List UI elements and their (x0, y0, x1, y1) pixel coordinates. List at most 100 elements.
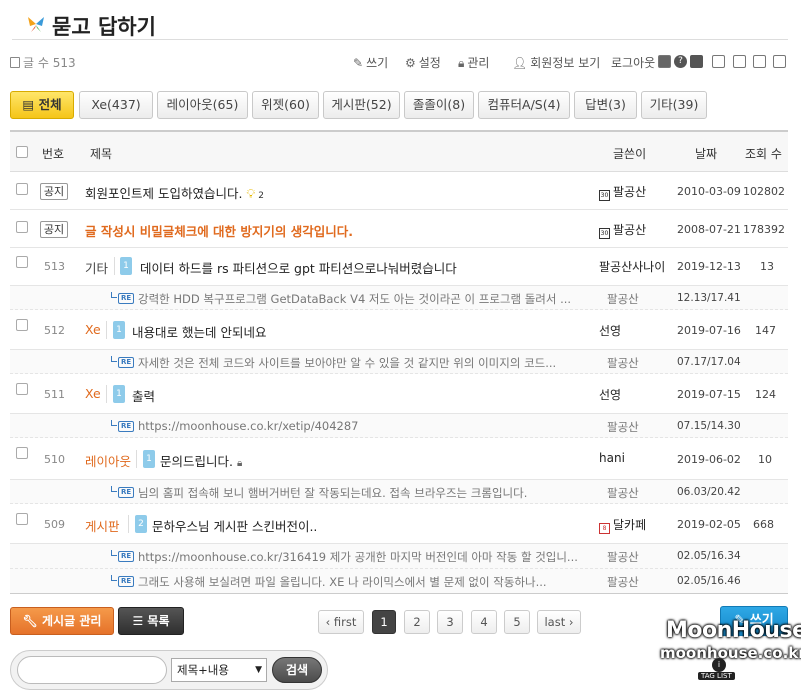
list-icon: ☰ (132, 614, 144, 628)
write-link[interactable]: ✎ 쓰기 (353, 54, 388, 71)
post-category[interactable]: Xe (85, 386, 101, 401)
search-target-select[interactable]: 제목+내용 ▼ (171, 658, 267, 682)
reply-author: 팔공산 (607, 486, 639, 500)
reply-preview[interactable]: https://moonhouse.co.kr/316419 제가 공개한 마지… (138, 549, 578, 565)
webzine-view-icon[interactable] (733, 55, 746, 68)
post-title[interactable]: 데이터 하드를 rs 파티션으로 gpt 파티션으로나눠버렸습니다 (140, 258, 457, 277)
reply-preview[interactable]: 님의 홈피 접속해 보니 햄버거버턴 잘 작동되는데요. 접속 브라우즈는 크롬… (138, 485, 527, 501)
board-list: 번호 제목 글쓴이 날짜 조회 수 공지 회원포인트제 도입하였습니다. 💡︎ 2… (10, 130, 788, 594)
divider (128, 515, 129, 533)
search-input[interactable] (17, 656, 167, 684)
col-no: 번호 (42, 147, 65, 161)
date: 2008-07-21 (677, 223, 741, 236)
author[interactable]: 선영 (599, 386, 621, 403)
post-title[interactable]: 출력 (132, 386, 155, 405)
post-number: 512 (44, 324, 65, 337)
post-category[interactable]: Xe (85, 322, 101, 337)
table-row: 512 Xe 1 내용대로 했는데 안되네요 선영 2019-07-16 147 (10, 310, 788, 350)
reply-author: 팔공산 (607, 292, 639, 306)
help-icon[interactable]: ? (674, 55, 687, 68)
post-category[interactable]: 레이아웃 (85, 451, 131, 470)
tag-icon[interactable] (690, 55, 703, 68)
page-5[interactable]: 5 (504, 610, 530, 634)
grid-view-icon[interactable] (773, 55, 786, 68)
last-page-button[interactable]: last › (537, 610, 581, 634)
tab-all[interactable]: ▤ 전체 (10, 91, 74, 119)
reply-date: 12.13/17.41 (677, 292, 741, 304)
author[interactable]: hani (599, 451, 625, 465)
date: 2019-07-15 (677, 388, 741, 401)
watermark-title: MoonHouse (666, 618, 801, 643)
reply-row: RE https://moonhouse.co.kr/316419 제가 공개한… (10, 544, 788, 569)
reply-count-badge: 1 (143, 450, 155, 468)
tab-jeoljeol[interactable]: 졸졸이(8) (404, 91, 474, 119)
post-category[interactable]: 기타 (85, 258, 108, 277)
reply-preview[interactable]: 그래도 사용해 보실려면 파일 올립니다. XE 나 라이믹스에서 별 문제 없… (138, 574, 547, 590)
post-title[interactable]: 회원포인트제 도입하였습니다. 💡︎ 2 (85, 183, 264, 202)
divider (106, 385, 107, 403)
list-view-icon[interactable] (712, 55, 725, 68)
search-button[interactable]: 검색 (272, 657, 322, 683)
lightbulb-icon: 💡︎ (246, 186, 256, 201)
reply-preview[interactable]: https://moonhouse.co.kr/xetip/404287 (138, 419, 359, 433)
post-title[interactable]: 문하우스님 게시판 스킨버전이.. (152, 516, 317, 535)
tab-board[interactable]: 게시판(52) (323, 91, 400, 119)
row-checkbox[interactable] (16, 183, 28, 195)
watermark: MoonHouse moonhouse.co.kr i TAG LIST (660, 618, 801, 688)
author[interactable]: 30 팔공산 (599, 183, 646, 201)
reply-date: 02.05/16.46 (677, 575, 741, 587)
row-checkbox[interactable] (16, 221, 28, 233)
views: 668 (753, 518, 774, 531)
page-1[interactable]: 1 (372, 610, 396, 634)
views: 13 (760, 260, 774, 273)
reply-icon: RE (111, 292, 135, 304)
tab-computer-as[interactable]: 컴퓨터A/S(4) (478, 91, 570, 119)
settings-link[interactable]: ⚙ 설정 (405, 54, 441, 71)
views: 124 (755, 388, 776, 401)
lock-icon: 🔒︎ (458, 56, 465, 70)
row-checkbox[interactable] (16, 319, 28, 331)
post-title[interactable]: 글 작성시 비밀글체크에 대한 방지기의 생각입니다. (85, 221, 353, 240)
author[interactable]: 선영 (599, 322, 621, 339)
tab-xe[interactable]: Xe(437) (79, 91, 153, 119)
rss-icon[interactable] (658, 55, 671, 68)
table-row: 공지 회원포인트제 도입하였습니다. 💡︎ 2 30 팔공산 2010-03-09 … (10, 172, 788, 210)
author[interactable]: 팔공산사나이 (599, 258, 665, 275)
page-2[interactable]: 2 (404, 610, 430, 634)
row-checkbox[interactable] (16, 513, 28, 525)
manage-link[interactable]: 🔒︎ 관리 (458, 54, 489, 71)
tab-layout[interactable]: 레이아웃(65) (157, 91, 248, 119)
list-button[interactable]: ☰ 목록 (118, 607, 184, 635)
date: 2019-07-16 (677, 324, 741, 337)
post-title[interactable]: 내용대로 했는데 안되네요 (132, 322, 266, 341)
gallery-view-icon[interactable] (753, 55, 766, 68)
row-checkbox[interactable] (16, 383, 28, 395)
tab-etc[interactable]: 기타(39) (641, 91, 707, 119)
logout-link[interactable]: 로그아웃 (611, 54, 655, 71)
post-category[interactable]: 게시판 (85, 516, 120, 535)
table-row: 511 Xe 1 출력 선영 2019-07-15 124 (10, 374, 788, 414)
page-header: 묻고 답하기 (12, 8, 788, 40)
manage-posts-button[interactable]: 🔧︎ 게시글 관리 (10, 607, 114, 635)
table-header: 번호 제목 글쓴이 날짜 조회 수 (10, 132, 788, 172)
author[interactable]: 30 팔공산 (599, 221, 646, 239)
gear-icon: ⚙ (405, 56, 416, 70)
row-checkbox[interactable] (16, 256, 28, 268)
post-title[interactable]: 문의드립니다. 🔒︎ (160, 451, 242, 470)
row-checkbox[interactable] (16, 447, 28, 459)
divider (106, 321, 107, 339)
taglist-badge: TAG LIST (698, 672, 735, 680)
page-4[interactable]: 4 (471, 610, 497, 634)
page-3[interactable]: 3 (437, 610, 463, 634)
reply-row: RE 강력한 HDD 복구프로그램 GetDataBack V4 저도 아는 것… (10, 286, 788, 310)
reply-preview[interactable]: 자세한 것은 전체 코드와 사이트를 보아야만 알 수 있을 것 같지만 위의 … (138, 355, 556, 371)
first-page-button[interactable]: ‹ first (318, 610, 364, 634)
tab-widget[interactable]: 위젯(60) (252, 91, 319, 119)
profile-link[interactable]: 👤︎ 회원정보 보기 (512, 54, 600, 71)
author[interactable]: 8 달카페 (599, 516, 646, 534)
reply-author: 팔공산 (607, 575, 639, 589)
tab-answer[interactable]: 답변(3) (574, 91, 637, 119)
reply-preview[interactable]: 강력한 HDD 복구프로그램 GetDataBack V4 저도 아는 것이라곤… (138, 291, 571, 307)
post-number: 509 (44, 518, 65, 531)
select-all-checkbox[interactable] (16, 146, 28, 158)
